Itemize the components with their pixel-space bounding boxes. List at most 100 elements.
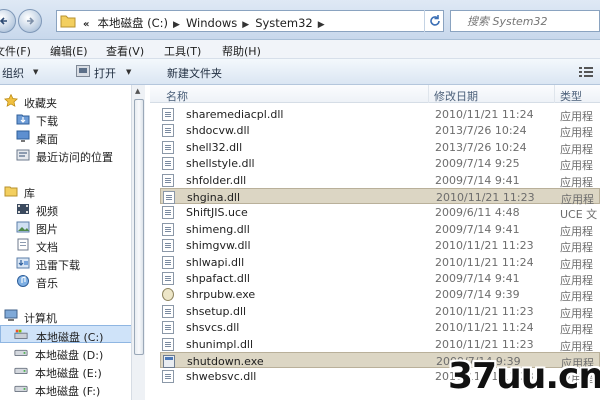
nav-thunder-downloads[interactable]: 迅雷下载: [0, 254, 135, 272]
column-modified[interactable]: 修改日期: [434, 88, 478, 104]
file-name: shunimpl.dll: [186, 337, 254, 351]
file-name: shimeng.dll: [186, 222, 250, 236]
menu-bar: 文件(F) 编辑(E) 查看(V) 工具(T) 帮助(H): [0, 40, 600, 59]
star-icon: [4, 94, 18, 107]
column-header: 名称 修改日期 类型: [150, 85, 600, 103]
file-row[interactable]: shdocvw.dll 2013/7/26 10:24 应用程: [160, 122, 600, 139]
organize-button[interactable]: 组织: [2, 65, 24, 81]
file-date: 2013/7/26 10:24: [435, 140, 527, 154]
file-row[interactable]: shlwapi.dll 2010/11/21 11:24 应用程: [160, 254, 600, 271]
nav-computer-label: 计算机: [24, 312, 57, 325]
nav-drive-e[interactable]: 本地磁盘 (E:): [0, 362, 135, 380]
nav-documents[interactable]: 文档: [0, 236, 135, 254]
file-row[interactable]: shimeng.dll 2009/7/14 9:41 应用程: [160, 221, 600, 238]
computer-icon: [4, 309, 18, 321]
nav-libraries[interactable]: 库: [0, 182, 135, 200]
nav-pictures[interactable]: 图片: [0, 218, 135, 236]
file-row[interactable]: shpafact.dll 2009/7/14 9:41 应用程: [160, 270, 600, 287]
breadcrumb-windows[interactable]: Windows: [186, 16, 237, 30]
nav-drive-f[interactable]: 本地磁盘 (F:): [0, 380, 135, 398]
dll-icon: [162, 370, 174, 384]
file-row[interactable]: shunimpl.dll 2010/11/21 11:23 应用程: [160, 336, 600, 353]
nav-videos[interactable]: 视频: [0, 200, 135, 218]
forward-arrow-icon: [27, 17, 35, 25]
navigation-pane: 收藏夹 下载 桌面 最近访问的位置 库 视频 图片 文档 迅雷下载 音乐 计算机: [0, 85, 145, 400]
thunder-downloads-icon: [16, 257, 30, 269]
search-box[interactable]: [450, 10, 600, 32]
documents-icon: [17, 238, 29, 251]
back-arrow-icon: [0, 17, 7, 25]
file-date: 2009/7/14 9:25: [435, 157, 520, 171]
nav-drive-e-label: 本地磁盘 (E:): [35, 367, 102, 380]
file-name: shpafact.dll: [186, 272, 250, 285]
nav-drive-c[interactable]: 本地磁盘 (C:): [0, 325, 135, 344]
breadcrumb-system32[interactable]: System32: [255, 16, 313, 30]
file-row[interactable]: shgina.dll 2010/11/21 11:23 应用程: [160, 188, 600, 206]
organize-caret-icon[interactable]: ▼: [33, 68, 38, 76]
nav-favorites[interactable]: 收藏夹: [0, 92, 135, 110]
file-row[interactable]: shsetup.dll 2010/11/21 11:23 应用程: [160, 303, 600, 320]
nav-computer[interactable]: 计算机: [0, 307, 135, 325]
column-divider[interactable]: [554, 85, 555, 103]
address-box[interactable]: «本地磁盘 (C:)▶Windows▶System32▶ ▼: [56, 10, 467, 32]
file-date: 2010/11/21 11:23: [435, 337, 534, 351]
breadcrumb-separator-icon[interactable]: ▶: [318, 20, 325, 30]
file-date: 2013/7/26 10:24: [435, 124, 527, 138]
nav-scrollbar[interactable]: ▲: [131, 85, 145, 400]
exe-icon: [163, 355, 175, 368]
file-date: 2009/6/11 4:48: [435, 206, 520, 220]
file-name: shsvcs.dll: [186, 321, 240, 335]
file-row[interactable]: shsvcs.dll 2010/11/21 11:24 应用程: [160, 319, 600, 336]
nav-recent-places[interactable]: 最近访问的位置: [0, 146, 135, 164]
file-row[interactable]: shellstyle.dll 2009/7/14 9:25 应用程: [160, 155, 600, 172]
breadcrumb-overflow[interactable]: «: [83, 19, 89, 30]
nav-desktop[interactable]: 桌面: [0, 128, 135, 146]
search-input[interactable]: [467, 12, 597, 30]
menu-help[interactable]: 帮助(H): [222, 43, 261, 59]
file-row[interactable]: shfolder.dll 2009/7/14 9:41 应用程: [160, 172, 600, 189]
open-caret-icon[interactable]: ▼: [126, 68, 131, 76]
file-row[interactable]: sharemediacpl.dll 2010/11/21 11:24 应用程: [160, 106, 600, 123]
file-date: 2010/11/21 11:23: [436, 191, 535, 204]
dll-icon: [162, 157, 174, 171]
new-folder-button[interactable]: 新建文件夹: [167, 65, 222, 81]
file-name: ShiftJIS.uce: [186, 206, 248, 220]
menu-file[interactable]: 文件(F): [0, 43, 31, 59]
menu-edit[interactable]: 编辑(E): [50, 43, 88, 59]
dll-icon: [162, 173, 174, 187]
file-row[interactable]: shimgvw.dll 2010/11/21 11:23 应用程: [160, 237, 600, 254]
nav-scroll-thumb[interactable]: [134, 99, 144, 355]
scroll-up-icon[interactable]: ▲: [135, 87, 140, 95]
dll-icon: [162, 272, 174, 285]
nav-drive-d[interactable]: 本地磁盘 (D:): [0, 344, 135, 362]
desktop-icon: [16, 130, 30, 142]
back-button[interactable]: [0, 9, 16, 33]
column-type[interactable]: 类型: [560, 88, 582, 104]
file-row[interactable]: shrpubw.exe 2009/7/14 9:39 应用程: [160, 286, 600, 303]
refresh-button[interactable]: [424, 10, 444, 32]
breadcrumb-drive[interactable]: 本地磁盘 (C:): [97, 15, 168, 31]
forward-button[interactable]: [18, 9, 42, 33]
menu-tools[interactable]: 工具(T): [164, 43, 201, 59]
dll-icon: [162, 239, 174, 253]
nav-recent-places-label: 最近访问的位置: [36, 151, 113, 164]
file-date: 2010/11/21 11:23: [435, 239, 534, 253]
dll-icon: [162, 222, 174, 236]
menu-view[interactable]: 查看(V): [106, 43, 144, 59]
column-divider[interactable]: [428, 85, 429, 103]
file-name: shdocvw.dll: [186, 124, 250, 138]
file-date: 2009/7/14 9:41: [435, 222, 520, 236]
nav-downloads[interactable]: 下载: [0, 110, 135, 128]
address-bar-row: «本地磁盘 (C:)▶Windows▶System32▶ ▼: [0, 0, 600, 40]
nav-music[interactable]: 音乐: [0, 272, 135, 290]
file-row[interactable]: shell32.dll 2013/7/26 10:24 应用程: [160, 139, 600, 156]
file-name: shrpubw.exe: [186, 288, 256, 302]
file-date: 2010/11/21 11:24: [435, 255, 534, 269]
open-button[interactable]: 打开: [94, 65, 116, 81]
dll-icon: [162, 140, 174, 154]
file-row[interactable]: ShiftJIS.uce 2009/6/11 4:48 UCE 文: [160, 204, 600, 221]
column-name[interactable]: 名称: [166, 88, 188, 104]
breadcrumb-separator-icon[interactable]: ▶: [242, 20, 249, 30]
view-options-icon[interactable]: [578, 65, 594, 79]
breadcrumb-separator-icon[interactable]: ▶: [173, 20, 180, 30]
